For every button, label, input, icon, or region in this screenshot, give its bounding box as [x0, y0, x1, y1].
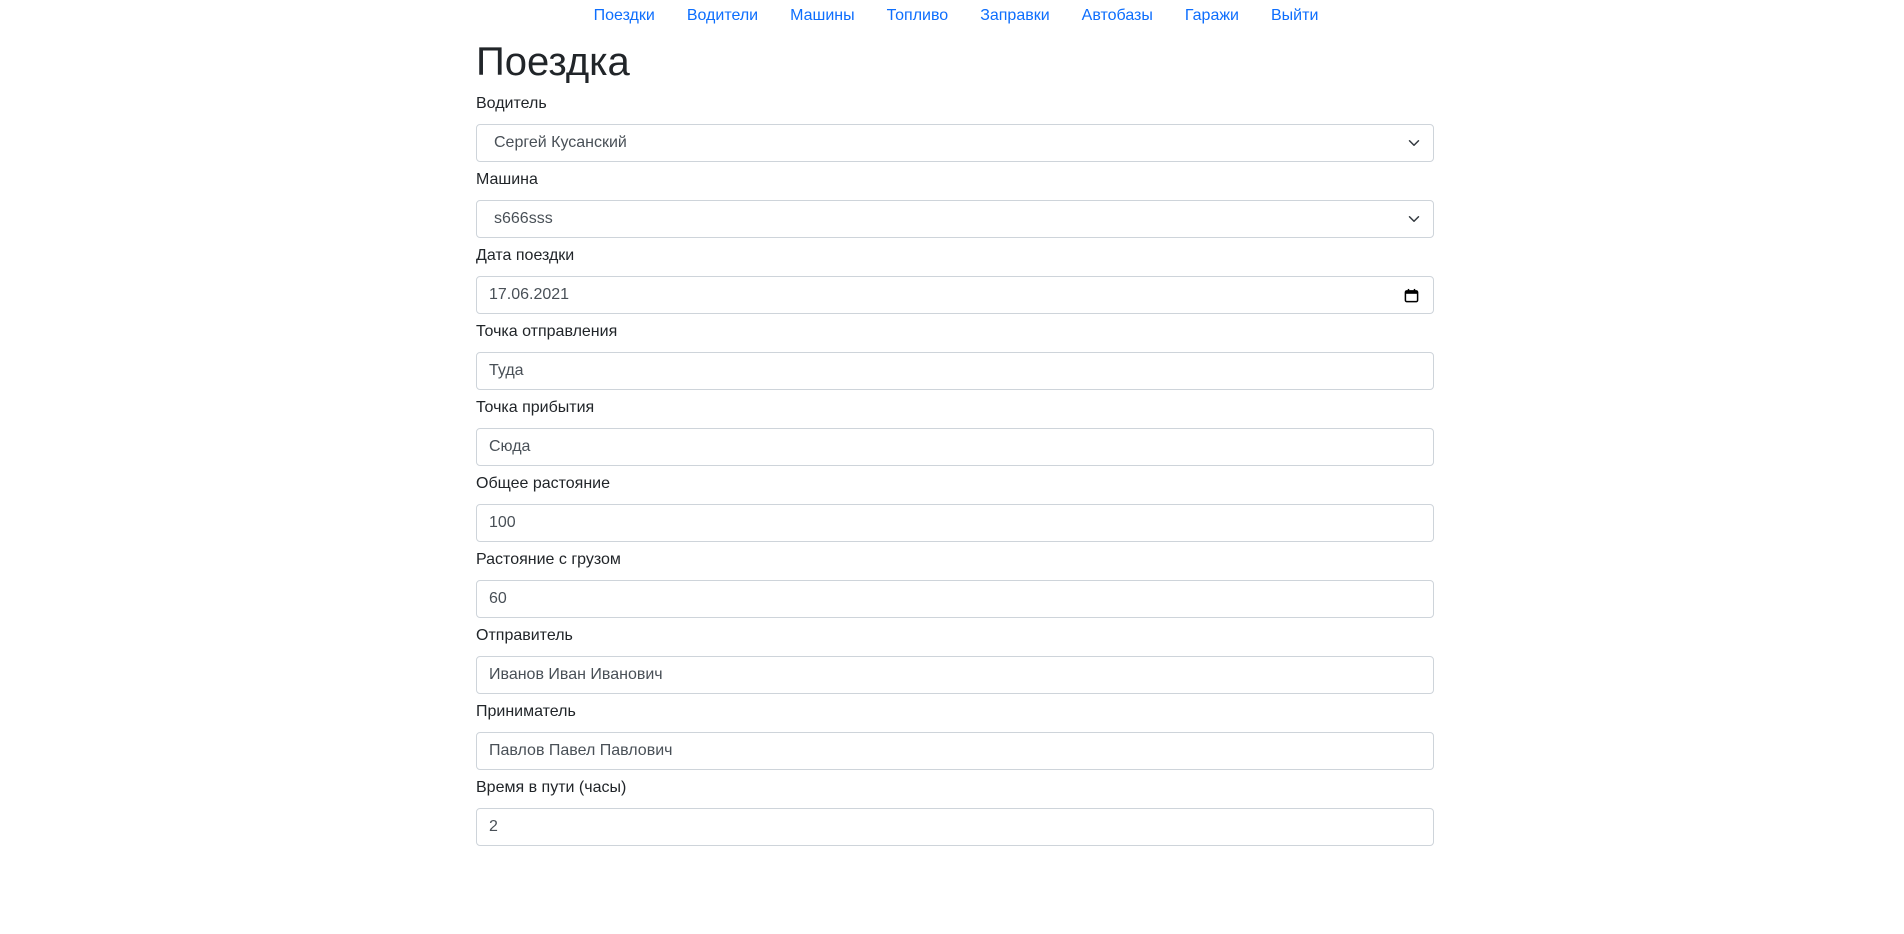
travel-time-input[interactable]: 2: [476, 808, 1434, 846]
arrival-input[interactable]: Сюда: [476, 428, 1434, 466]
driver-select[interactable]: Сергей Кусанский: [476, 124, 1434, 162]
departure-label: Точка отправления: [476, 323, 618, 340]
nav-link-logout[interactable]: Выйти: [1255, 0, 1334, 32]
calendar-icon[interactable]: [1403, 287, 1419, 303]
sender-label: Отправитель: [476, 627, 573, 644]
nav-link-fuel[interactable]: Топливо: [871, 0, 965, 32]
date-input-value: 17.06.2021: [489, 286, 570, 303]
sender-input-value: Иванов Иван Иванович: [489, 666, 663, 683]
top-navigation: Поездки Водители Машины Топливо Заправки…: [0, 0, 1904, 32]
cargo-distance-label: Растояние с грузом: [476, 551, 621, 568]
date-input[interactable]: 17.06.2021: [476, 276, 1434, 314]
nav-link-cars[interactable]: Машины: [774, 0, 871, 32]
page-title: Поездка: [476, 40, 630, 84]
arrival-label: Точка прибытия: [476, 399, 595, 416]
cargo-distance-group: Растояние с грузом 60: [476, 548, 1434, 618]
chevron-down-icon: [1407, 212, 1421, 226]
receiver-group: Приниматель Павлов Павел Павлович: [476, 700, 1434, 770]
arrival-input-value: Сюда: [489, 438, 531, 455]
car-select[interactable]: s666sss: [476, 200, 1434, 238]
travel-time-label: Время в пути (часы): [476, 779, 627, 796]
car-group: Машина s666sss: [476, 168, 1434, 238]
nav-link-refuels[interactable]: Заправки: [964, 0, 1065, 32]
receiver-input[interactable]: Павлов Павел Павлович: [476, 732, 1434, 770]
receiver-label: Приниматель: [476, 703, 576, 720]
distance-input-value: 100: [489, 514, 516, 531]
travel-time-input-value: 2: [489, 818, 498, 835]
nav-link-drivers[interactable]: Водители: [671, 0, 774, 32]
driver-label: Водитель: [476, 95, 547, 112]
driver-group: Водитель Сергей Кусанский: [476, 92, 1434, 162]
trip-form-container: Поездка Водитель Сергей Кусанский Машина…: [476, 32, 1434, 846]
sender-input[interactable]: Иванов Иван Иванович: [476, 656, 1434, 694]
cargo-distance-input[interactable]: 60: [476, 580, 1434, 618]
nav-link-trips[interactable]: Поездки: [578, 0, 671, 32]
distance-group: Общее растояние 100: [476, 472, 1434, 542]
cargo-distance-input-value: 60: [489, 590, 507, 607]
departure-input-value: Туда: [489, 362, 524, 379]
date-label: Дата поездки: [476, 247, 575, 264]
nav-link-garages[interactable]: Гаражи: [1169, 0, 1255, 32]
car-select-value: s666sss: [494, 210, 553, 227]
car-label: Машина: [476, 171, 538, 188]
driver-select-value: Сергей Кусанский: [494, 134, 627, 151]
sender-group: Отправитель Иванов Иван Иванович: [476, 624, 1434, 694]
chevron-down-icon: [1407, 136, 1421, 150]
nav-link-bases[interactable]: Автобазы: [1066, 0, 1169, 32]
departure-input[interactable]: Туда: [476, 352, 1434, 390]
arrival-group: Точка прибытия Сюда: [476, 396, 1434, 466]
departure-group: Точка отправления Туда: [476, 320, 1434, 390]
receiver-input-value: Павлов Павел Павлович: [489, 742, 673, 759]
date-group: Дата поездки 17.06.2021: [476, 244, 1434, 314]
distance-input[interactable]: 100: [476, 504, 1434, 542]
travel-time-group: Время в пути (часы) 2: [476, 776, 1434, 846]
distance-label: Общее растояние: [476, 475, 611, 492]
